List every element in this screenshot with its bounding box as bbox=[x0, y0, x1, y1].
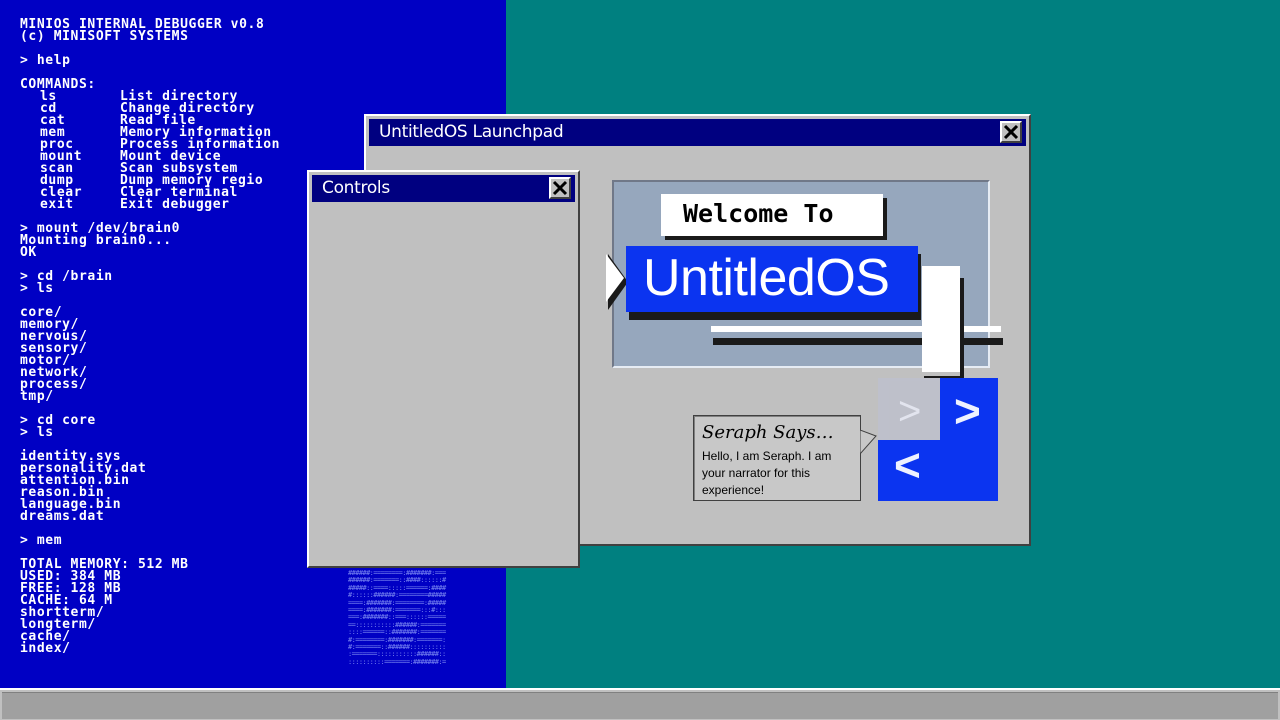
terminal-line: > cd core bbox=[20, 413, 96, 428]
command-name: cat bbox=[40, 113, 66, 128]
nav-ghost-tile: < bbox=[878, 378, 940, 440]
speech-bubble-tail bbox=[860, 430, 877, 455]
command-name: exit bbox=[40, 197, 74, 212]
nav-ghost-arrow-icon: < bbox=[898, 389, 922, 433]
controls-title: Controls bbox=[322, 178, 390, 198]
launchpad-title: UntitledOS Launchpad bbox=[379, 122, 564, 142]
terminal-line: > ls bbox=[20, 281, 54, 296]
close-icon bbox=[552, 180, 568, 196]
narrator-title: Seraph Says… bbox=[702, 422, 834, 443]
navigation-block: < > < bbox=[878, 378, 998, 501]
decor-pillar bbox=[922, 266, 960, 372]
welcome-text: Welcome To bbox=[683, 199, 834, 228]
narrator-text: Hello, I am Seraph. I am your narrator f… bbox=[702, 449, 832, 497]
narrator-speech-bubble: Seraph Says… Hello, I am Seraph. I am yo… bbox=[693, 415, 861, 501]
os-logo-text: UntitledOS bbox=[643, 249, 890, 307]
terminal-line: dreams.dat bbox=[20, 509, 105, 524]
terminal-line: Mounting brain0... bbox=[20, 233, 172, 248]
terminal-line: > ls bbox=[20, 425, 54, 440]
welcome-banner: Welcome To bbox=[661, 194, 883, 236]
terminal-line: index/ bbox=[20, 641, 71, 656]
terminal-line: > mem bbox=[20, 533, 63, 548]
terminal-line: (c) MINISOFT SYSTEMS bbox=[20, 29, 189, 44]
command-description: Exit debugger bbox=[120, 197, 230, 212]
terminal-line: tmp/ bbox=[20, 389, 54, 404]
launchpad-close-button[interactable] bbox=[1000, 121, 1022, 143]
os-logo-banner: UntitledOS bbox=[626, 246, 918, 312]
terminal-line: OK bbox=[20, 245, 37, 260]
next-arrow-button[interactable]: > bbox=[954, 388, 981, 434]
launchpad-titlebar[interactable]: UntitledOS Launchpad bbox=[369, 119, 1026, 146]
controls-window[interactable]: Controls bbox=[307, 170, 580, 568]
command-name: cd bbox=[40, 101, 57, 116]
terminal-line: > cd /brain bbox=[20, 269, 113, 284]
controls-close-button[interactable] bbox=[549, 177, 571, 199]
terminal-line: process/ bbox=[20, 377, 88, 392]
controls-titlebar[interactable]: Controls bbox=[312, 175, 575, 202]
prev-arrow-button[interactable]: < bbox=[894, 442, 921, 488]
close-icon bbox=[1003, 124, 1019, 140]
terminal-output: MINIOS INTERNAL DEBUGGER v0.8 (c) MINISOF… bbox=[20, 18, 280, 656]
command-help-row: exit Exit debugger bbox=[20, 197, 280, 212]
terminal-line: > help bbox=[20, 53, 71, 68]
taskbar-track bbox=[2, 692, 1278, 719]
decor-pillar-shadow bbox=[960, 278, 964, 388]
command-name: ls bbox=[40, 89, 57, 104]
ascii-art-decoration: ######:========:#######:=== ######:=====… bbox=[348, 570, 446, 666]
taskbar[interactable] bbox=[0, 688, 1280, 720]
